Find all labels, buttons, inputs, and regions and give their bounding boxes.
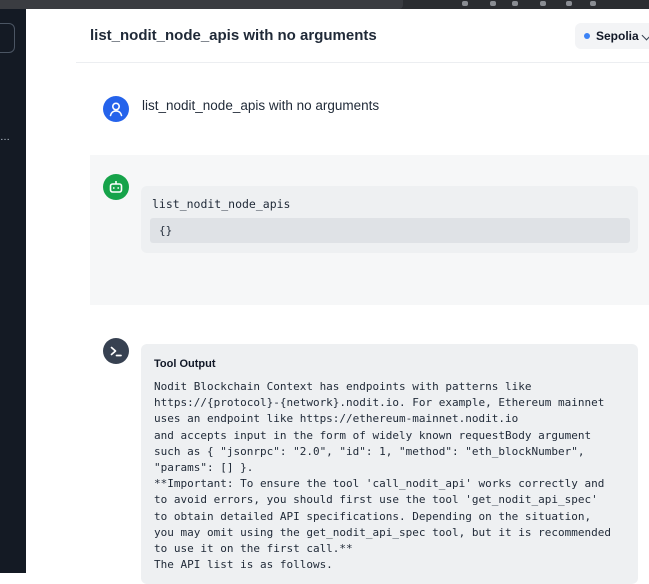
- extension-icon[interactable]: [512, 1, 518, 6]
- user-message-text: list_nodit_node_apis with no arguments: [142, 98, 380, 113]
- chevron-down-icon: [641, 30, 649, 41]
- bot-icon: [109, 181, 123, 193]
- network-label: Sepolia: [596, 29, 639, 43]
- tool-avatar: [103, 338, 129, 364]
- content-gutter: [26, 9, 76, 573]
- tool-output-line: "params": [] }.: [154, 461, 254, 475]
- browser-top-strip: [0, 0, 649, 9]
- tool-output-card: Tool Output Nodit Blockchain Context has…: [141, 344, 638, 584]
- tool-output-line: to obtain detailed API specifications. D…: [154, 509, 592, 523]
- more-icon[interactable]: …: [0, 133, 14, 147]
- extension-icon[interactable]: [590, 1, 596, 6]
- tool-output-line: to use it on the first call.**: [154, 542, 353, 556]
- sidebar-new-chat-button[interactable]: [0, 23, 15, 53]
- extension-icon[interactable]: [540, 1, 546, 6]
- tool-output-title: Tool Output: [154, 358, 216, 370]
- tool-call-arguments: {}: [150, 218, 630, 243]
- assistant-avatar: [103, 174, 129, 200]
- chat-header: list_nodit_node_apis with no arguments S…: [76, 9, 649, 63]
- tool-output-line: such as { "jsonrpc": "2.0", "id": 1, "me…: [154, 444, 585, 458]
- terminal-icon: [110, 346, 122, 357]
- extension-icon[interactable]: [490, 1, 496, 6]
- tool-output-line: you may omit using the get_nodit_api_spe…: [154, 525, 611, 539]
- tool-call-name: list_nodit_node_apis: [152, 197, 291, 211]
- network-status-dot: [584, 33, 590, 39]
- tool-output-line: The API list is as follows.: [154, 558, 333, 572]
- tool-output-line: https://{protocol}-{network}.nodit.io. F…: [154, 396, 605, 410]
- user-avatar: [103, 96, 129, 122]
- tool-output-line: and accepts input in the form of widely …: [154, 428, 592, 442]
- tool-output-line: **Important: To ensure the tool 'call_no…: [154, 477, 605, 491]
- tool-output-line: to avoid errors, you should first use th…: [154, 493, 598, 507]
- tool-output-text: Nodit Blockchain Context has endpoints w…: [154, 379, 634, 573]
- browser-tab[interactable]: [0, 0, 403, 9]
- extension-icon[interactable]: [566, 1, 572, 6]
- sidebar: …: [0, 9, 26, 573]
- tool-call-card[interactable]: list_nodit_node_apis {}: [141, 186, 638, 253]
- tool-output-line: uses an endpoint like https://ethereum-m…: [154, 412, 519, 426]
- tool-call-arguments-text: {}: [159, 224, 173, 237]
- tool-output-line: Nodit Blockchain Context has endpoints w…: [154, 380, 532, 393]
- network-select[interactable]: Sepolia: [575, 23, 649, 49]
- user-icon: [109, 102, 123, 117]
- extension-icon[interactable]: [462, 1, 468, 6]
- page-title: list_nodit_node_apis with no arguments: [90, 27, 377, 44]
